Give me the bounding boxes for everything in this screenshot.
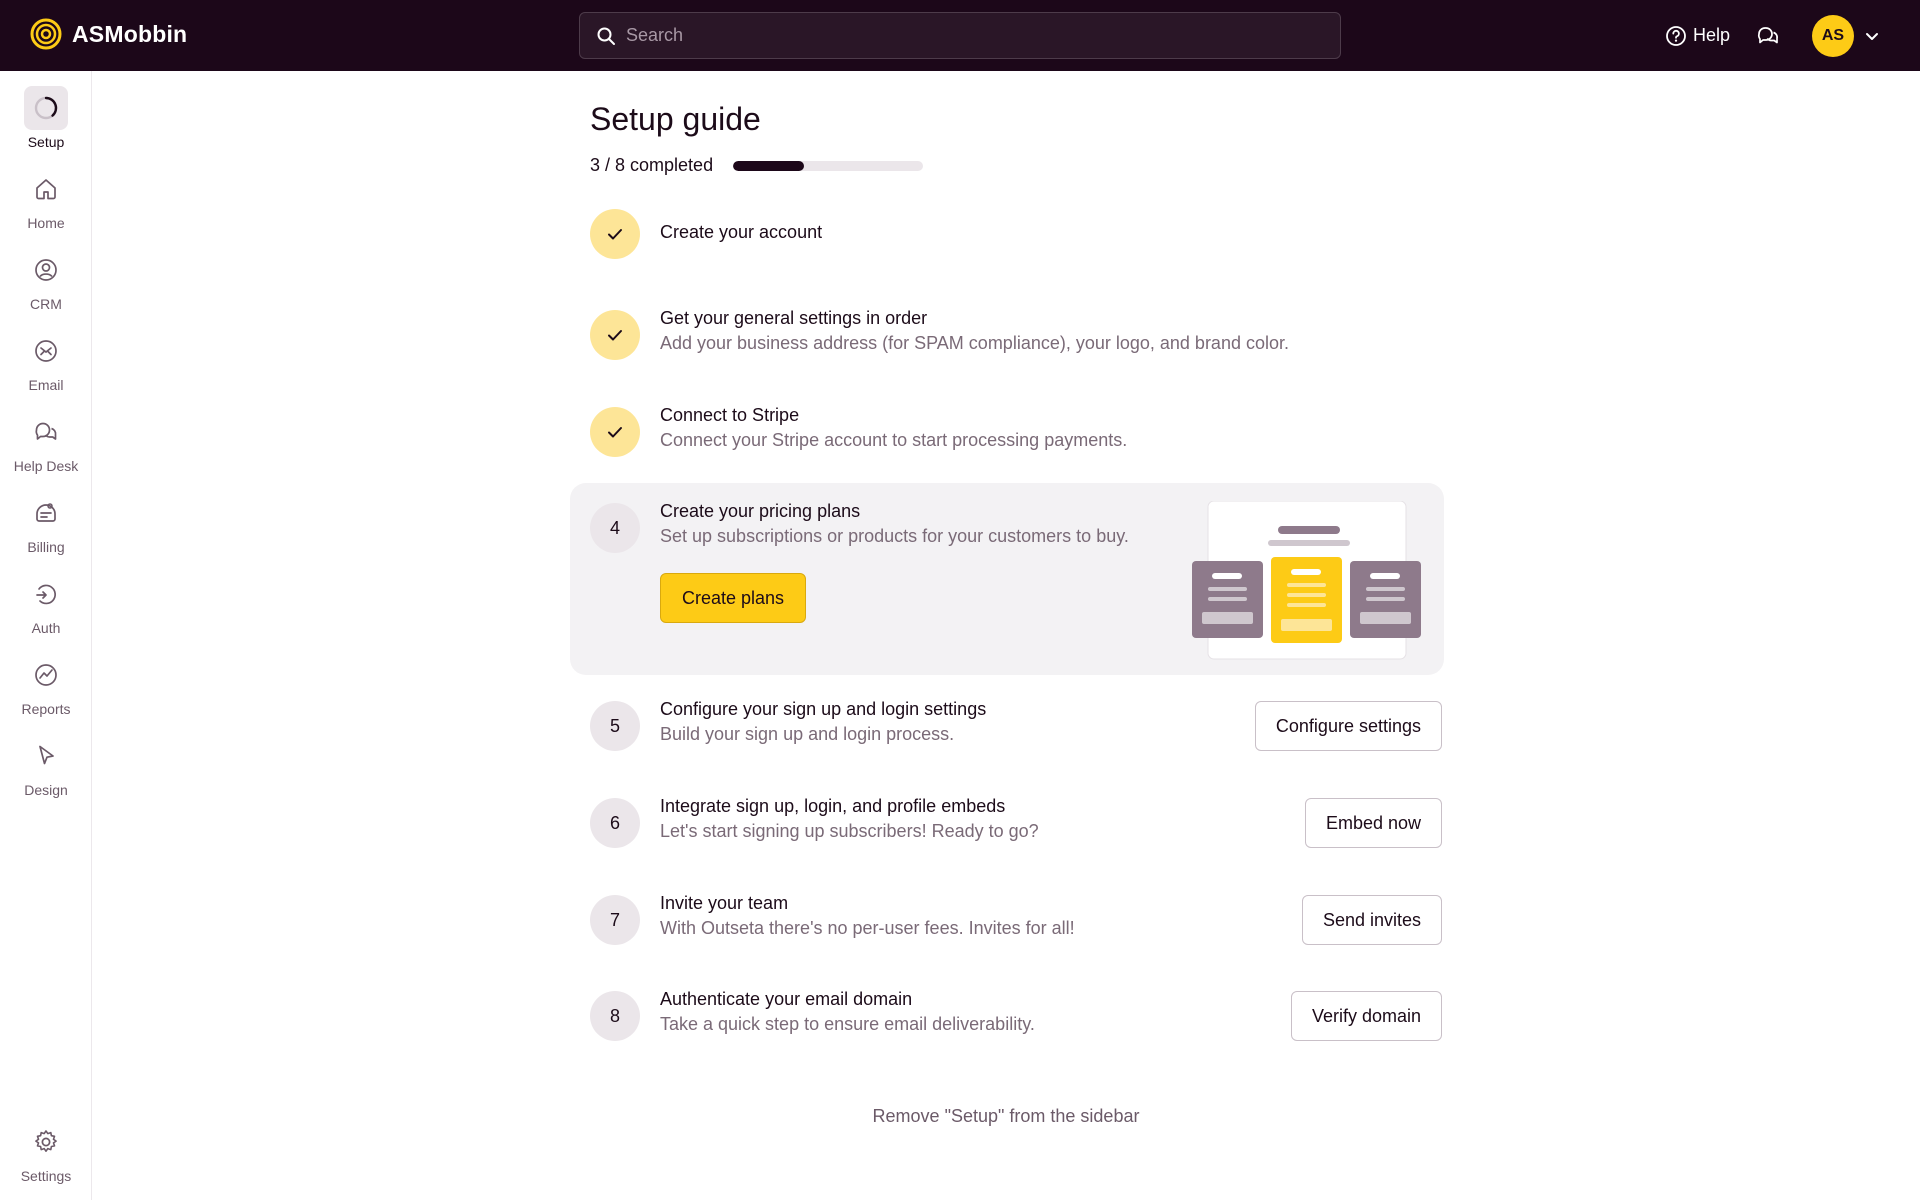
help-label: Help	[1692, 25, 1730, 45]
step-title: Create your account	[660, 222, 823, 242]
sidebar-item-billing[interactable]: Billing	[0, 491, 92, 555]
nav-icon-wrap	[24, 410, 68, 454]
email-icon	[35, 340, 57, 362]
sidebar-item-label: Setup	[27, 134, 65, 150]
help-button[interactable]: Help	[1665, 25, 1730, 47]
configure-settings-button[interactable]: Configure settings	[1254, 701, 1442, 751]
embed-now-button[interactable]: Embed now	[1304, 798, 1442, 848]
nav-icon-wrap	[24, 86, 68, 130]
step-number: 6	[590, 798, 640, 848]
step-description: Build your sign up and login process.	[660, 724, 955, 744]
step-title: Connect to Stripe	[660, 405, 800, 425]
sidebar-item-label: CRM	[30, 296, 62, 312]
sidebar-item-home[interactable]: Home	[0, 167, 92, 231]
step-number: 4	[590, 503, 640, 553]
search-box[interactable]	[579, 12, 1341, 59]
pointer-icon	[39, 745, 54, 765]
nav-icon-wrap	[24, 329, 68, 373]
step-description: Let's start signing up subscribers! Read…	[660, 821, 1039, 841]
nav-icon-wrap	[24, 491, 68, 535]
step-title: Get your general settings in order	[660, 308, 928, 328]
home-icon	[36, 179, 56, 200]
progress-summary: 3 / 8 completed	[590, 155, 924, 176]
check-icon	[608, 330, 622, 341]
remove-setup-link[interactable]: Remove "Setup" from the sidebar	[590, 1106, 1422, 1127]
auth-icon	[36, 584, 56, 605]
sidebar-item-label: Settings	[20, 1168, 72, 1184]
sidebar-item-design[interactable]: Design	[0, 734, 92, 798]
sidebar-item-label: Billing	[27, 539, 65, 555]
step-description: Connect your Stripe account to start pro…	[660, 430, 1128, 450]
sidebar-item-help-desk[interactable]: Help Desk	[0, 410, 92, 474]
sidebar-item-crm[interactable]: CRM	[0, 248, 92, 312]
search-input[interactable]	[626, 25, 1306, 46]
sidebar-item-reports[interactable]: Reports	[0, 653, 92, 717]
check-icon	[608, 229, 622, 240]
nav-icon-wrap	[24, 653, 68, 697]
chevron-down-icon	[1866, 32, 1878, 40]
avatar[interactable]: AS	[1812, 14, 1854, 57]
step-title: Integrate sign up, login, and profile em…	[660, 796, 1006, 816]
step-title: Create your pricing plans	[660, 501, 861, 521]
account-menu-toggle[interactable]	[1864, 28, 1880, 44]
sidebar-item-label: Design	[24, 782, 68, 798]
create-plans-button[interactable]: Create plans	[660, 573, 807, 623]
gear-icon	[35, 1130, 57, 1152]
sidebar-item-setup[interactable]: Setup	[0, 86, 92, 150]
step-description: Add your business address (for SPAM comp…	[660, 333, 1289, 353]
sidebar-item-label: Home	[27, 215, 65, 231]
brand[interactable]: ASMobbin	[30, 18, 187, 50]
nav-icon-wrap	[24, 248, 68, 292]
nav-icon-wrap	[24, 572, 68, 616]
step-description: With Outseta there's no per-user fees. I…	[660, 918, 1075, 938]
progress-bar	[733, 160, 924, 171]
send-invites-button[interactable]: Send invites	[1301, 895, 1442, 945]
person-circle-icon	[35, 259, 57, 281]
sidebar-item-auth[interactable]: Auth	[0, 572, 92, 636]
step-title: Invite your team	[660, 893, 789, 913]
step-description: Set up subscriptions or products for you…	[660, 526, 1129, 546]
sidebar-item-label: Email	[28, 377, 64, 393]
step-description: Take a quick step to ensure email delive…	[660, 1014, 1035, 1034]
help-circle-icon	[1666, 25, 1686, 46]
billing-icon	[36, 503, 56, 522]
sidebar-item-label: Help Desk	[13, 458, 79, 474]
chat-icon	[1757, 26, 1778, 43]
step-title: Configure your sign up and login setting…	[660, 699, 987, 719]
top-right-actions: Help AS	[1665, 13, 1880, 58]
progress-fill	[733, 160, 805, 171]
search-icon	[597, 27, 615, 45]
nav-icon-wrap	[24, 167, 68, 211]
verify-domain-button[interactable]: Verify domain	[1290, 991, 1442, 1041]
brand-logo-icon	[30, 18, 62, 50]
sidebar: Setup Home CRM Email Help Desk Billing A…	[0, 71, 92, 1200]
progress-ring-icon	[34, 96, 58, 120]
pricing-plans-illustration	[1192, 501, 1421, 660]
sidebar-item-label: Auth	[31, 620, 61, 636]
step-number: 5	[590, 701, 640, 751]
step-title: Authenticate your email domain	[660, 989, 913, 1009]
check-icon	[608, 427, 622, 438]
chat-bubbles-icon	[35, 422, 57, 440]
sidebar-item-settings[interactable]: Settings	[0, 1120, 92, 1184]
chat-button[interactable]	[1754, 22, 1782, 50]
progress-text: 3 / 8 completed	[590, 155, 714, 175]
sidebar-item-email[interactable]: Email	[0, 329, 92, 393]
step-complete-marker	[590, 209, 640, 259]
page-title: Setup guide	[590, 101, 761, 137]
step-complete-marker	[590, 407, 640, 457]
step-complete-marker	[590, 310, 640, 360]
top-bar: ASMobbin Help AS	[0, 0, 1920, 71]
nav-icon-wrap	[24, 1120, 68, 1164]
reports-icon	[35, 664, 57, 686]
step-number: 7	[590, 895, 640, 945]
nav-icon-wrap	[24, 734, 68, 778]
brand-name: ASMobbin	[72, 20, 188, 47]
sidebar-item-label: Reports	[21, 701, 71, 717]
step-number: 8	[590, 991, 640, 1041]
